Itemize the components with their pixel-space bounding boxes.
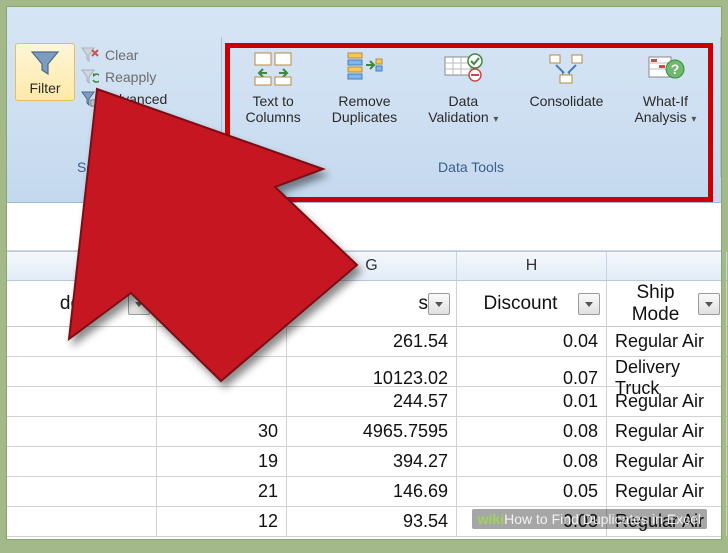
remove-duplicates-icon [332,49,397,89]
whatif-icon: ? [634,49,696,89]
whatif-analysis-button[interactable]: ? What-If Analysis ▾ [630,47,700,128]
ribbon-group-sort-filter: Filter Clear Reapply [7,37,222,177]
table-row[interactable]: 304965.75950.08Regular Air [7,417,721,447]
remove-duplicates-label: Remove Duplicates [332,93,397,125]
reapply-icon [81,69,99,85]
text-to-columns-button[interactable]: Text to Columns [242,47,305,127]
table-header-row: de s Discount Ship Mode [7,281,721,327]
data-validation-icon [428,49,498,89]
cell[interactable] [7,477,157,506]
cell[interactable]: 244.57 [287,387,457,416]
chevron-down-icon: ▾ [491,114,499,125]
cell[interactable]: Regular Air [607,327,727,356]
header-cell: Discount [463,293,578,315]
cell[interactable]: 146.69 [287,477,457,506]
header-cell: de [13,293,128,315]
cell[interactable]: 19 [157,447,287,476]
col-letter[interactable]: E [7,252,157,280]
advanced-filter-button[interactable]: Advanced [81,91,167,107]
funnel-icon [30,50,60,76]
cell[interactable]: Regular Air [607,447,727,476]
group-label-data-tools: Data Tools [222,159,720,175]
filter-dropdown-icon[interactable] [428,293,450,315]
formula-bar-area [7,203,721,251]
advanced-icon [81,91,99,107]
cell[interactable]: 261.54 [287,327,457,356]
watermark-text: How to Find Duplicates in Excel [504,511,701,527]
col-letter[interactable] [607,252,727,280]
svg-text:?: ? [671,61,680,77]
col-letter[interactable]: H [457,252,607,280]
filter-dropdown-icon[interactable] [698,293,720,315]
advanced-filter-label: Advanced [105,91,167,107]
cell[interactable] [7,387,157,416]
cell[interactable] [157,327,287,356]
cell[interactable]: Regular Air [607,477,727,506]
header-cell: s [293,293,428,315]
cell[interactable]: 0.08 [457,417,607,446]
clear-filter-label: Clear [105,47,138,63]
table-row[interactable]: 244.570.01Regular Air [7,387,721,417]
filter-button-label: Filter [18,80,72,96]
cell[interactable] [7,417,157,446]
remove-duplicates-button[interactable]: Remove Duplicates [328,47,401,127]
cell[interactable]: 0.08 [457,447,607,476]
data-validation-button[interactable]: Data Validation ▾ [424,47,502,128]
col-letter[interactable]: G [287,252,457,280]
header-cell: Ship Mode [613,282,698,326]
consolidate-label: Consolidate [530,93,604,109]
cell[interactable] [157,387,287,416]
cell[interactable]: 0.04 [457,327,607,356]
data-validation-label: Data Validation ▾ [428,93,498,126]
cell[interactable]: 0.01 [457,387,607,416]
cell[interactable] [7,507,157,536]
filter-dropdown-icon[interactable] [128,293,150,315]
filter-button[interactable]: Filter [15,43,75,101]
cell[interactable]: 93.54 [287,507,457,536]
ribbon: Filter Clear Reapply [7,7,721,203]
column-letter-row: E G H [7,251,721,281]
text-to-columns-icon [246,49,301,89]
cell[interactable]: 30 [157,417,287,446]
cell[interactable]: 394.27 [287,447,457,476]
table-row[interactable]: 21146.690.05Regular Air [7,477,721,507]
whatif-label: What-If Analysis ▾ [634,93,696,126]
app-frame: Filter Clear Reapply [6,6,722,540]
cell[interactable] [7,447,157,476]
watermark: wikiHow to Find Duplicates in Excel [472,509,707,529]
table-row[interactable]: 19394.270.08Regular Air [7,447,721,477]
col-letter[interactable] [157,252,287,280]
cell[interactable]: 12 [157,507,287,536]
consolidate-icon [530,49,604,89]
chevron-down-icon: ▾ [689,114,697,125]
spreadsheet: E G H de s Discount Ship Mode 261.540.04… [7,251,721,537]
text-to-columns-label: Text to Columns [246,93,301,125]
cell[interactable]: 21 [157,477,287,506]
cell[interactable]: 0.05 [457,477,607,506]
table-row[interactable]: 10123.020.07Delivery Truck [7,357,721,387]
clear-filter-button[interactable]: Clear [81,47,167,63]
filter-dropdown-icon[interactable] [578,293,600,315]
table-row[interactable]: 261.540.04Regular Air [7,327,721,357]
cell[interactable]: 4965.7595 [287,417,457,446]
watermark-prefix: wiki [478,511,504,527]
cell[interactable]: Regular Air [607,387,727,416]
consolidate-button[interactable]: Consolidate [526,47,608,111]
group-label-sort-filter: Sort & Filter [7,159,221,175]
ribbon-group-data-tools: Text to Columns Remove Duplicates Data V… [222,37,721,177]
reapply-filter-label: Reapply [105,69,156,85]
cell[interactable] [7,327,157,356]
clear-filter-icon [81,47,99,63]
reapply-filter-button[interactable]: Reapply [81,69,167,85]
cell[interactable]: Regular Air [607,417,727,446]
